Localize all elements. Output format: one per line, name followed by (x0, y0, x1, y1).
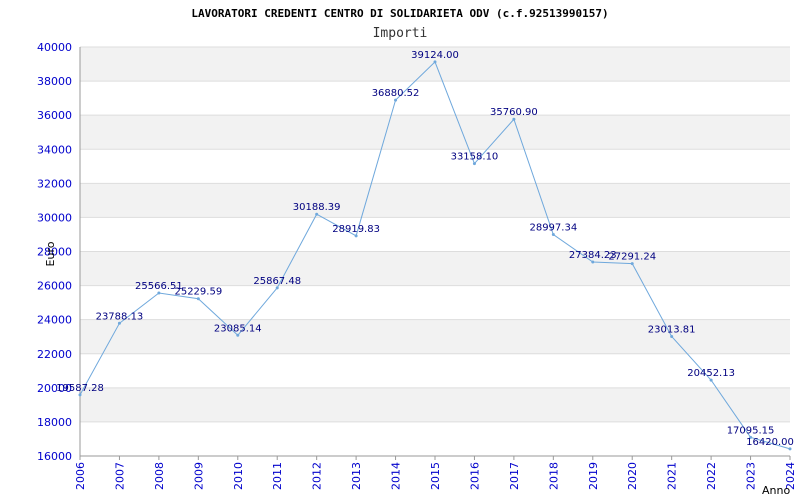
data-label: 17095.15 (727, 425, 775, 436)
grid-band (80, 183, 790, 218)
grid-band (80, 387, 790, 422)
grid-band (80, 251, 790, 286)
data-label: 23085.14 (214, 323, 262, 334)
data-label: 39124.00 (411, 50, 459, 61)
x-tick-label: 2012 (311, 462, 324, 490)
x-tick-label: 2006 (74, 462, 87, 490)
y-tick-label: 30000 (37, 211, 72, 224)
y-tick-label: 18000 (37, 416, 72, 429)
grid-band (80, 149, 790, 184)
x-tick-label: 2023 (745, 462, 758, 490)
data-label: 28919.83 (332, 224, 380, 235)
y-axis-label: Euro (44, 241, 57, 266)
y-tick-label: 16000 (37, 450, 72, 463)
data-label: 25867.48 (253, 276, 301, 287)
x-tick-label: 2013 (350, 462, 363, 490)
x-tick-label: 2022 (705, 462, 718, 490)
x-tick-label: 2008 (153, 462, 166, 490)
x-tick-label: 2010 (232, 462, 245, 490)
y-tick-label: 34000 (37, 143, 72, 156)
x-tick-label: 2018 (547, 462, 560, 490)
chart-subtitle: Importi (373, 26, 428, 41)
grid-band (80, 353, 790, 388)
data-label: 16420.00 (746, 437, 794, 448)
y-tick-label: 24000 (37, 314, 72, 327)
data-label: 23013.81 (648, 324, 696, 335)
y-tick-label: 38000 (37, 75, 72, 88)
x-tick-label: 2011 (271, 462, 284, 490)
data-label: 23788.13 (96, 311, 144, 322)
data-label: 33158.10 (451, 152, 499, 163)
line-chart: 1600018000200002200024000260002800030000… (37, 7, 797, 497)
x-tick-label: 2015 (429, 462, 442, 490)
grid-band (80, 115, 790, 150)
data-label: 35760.90 (490, 107, 538, 118)
x-tick-label: 2017 (508, 462, 521, 490)
data-label: 20452.13 (687, 368, 735, 379)
x-axis-label: Anno (762, 484, 790, 497)
data-label: 28997.34 (529, 223, 577, 234)
x-tick-label: 2019 (587, 462, 600, 490)
grid-band (80, 81, 790, 116)
y-tick-label: 36000 (37, 109, 72, 122)
x-tick-label: 2014 (390, 462, 403, 490)
y-tick-label: 26000 (37, 280, 72, 293)
y-tick-label: 22000 (37, 348, 72, 361)
data-label: 25229.59 (174, 287, 222, 298)
x-tick-label: 2021 (666, 462, 679, 490)
data-label: 19587.28 (56, 383, 104, 394)
data-label: 30188.39 (293, 202, 341, 213)
x-tick-label: 2007 (113, 462, 126, 490)
y-tick-label: 32000 (37, 177, 72, 190)
data-label: 36880.52 (372, 88, 420, 99)
y-tick-label: 40000 (37, 41, 72, 54)
x-tick-label: 2016 (468, 462, 481, 490)
x-tick-label: 2020 (626, 462, 639, 490)
chart-title: LAVORATORI CREDENTI CENTRO DI SOLIDARIET… (191, 7, 608, 20)
data-label: 27291.24 (608, 252, 656, 263)
grid-band (80, 421, 790, 456)
x-tick-labels: 2006 2007 2008 2009 2010 2011 2012 2013 2014 2015… (74, 456, 797, 490)
grid-band (80, 217, 790, 252)
x-tick-label: 2009 (192, 462, 205, 490)
